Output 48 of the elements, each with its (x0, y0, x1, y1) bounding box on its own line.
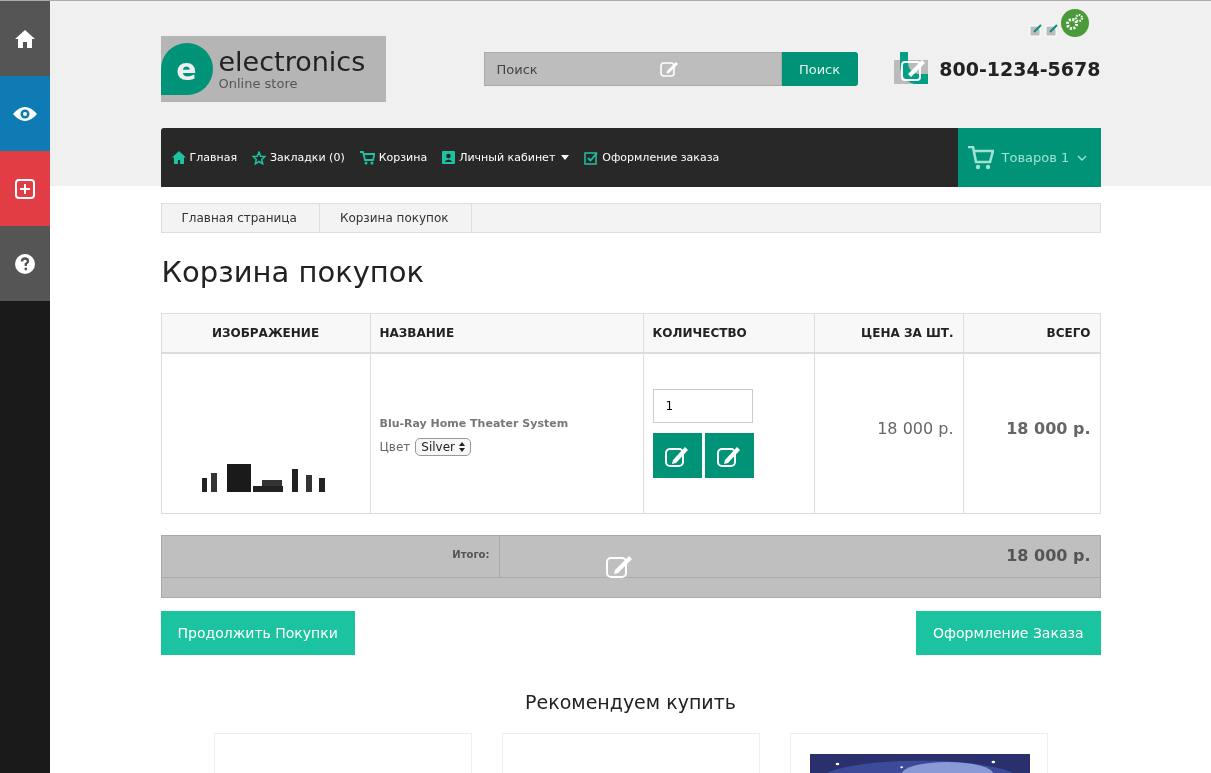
total-value: 18 000 р. (1006, 546, 1091, 565)
updown-icon (458, 442, 465, 452)
column-header: ИЗОБРАЖЕНИЕ (161, 313, 370, 353)
page-title: Корзина покупок (161, 255, 426, 289)
user-icon (442, 151, 456, 164)
column-header: ВСЕГО (963, 313, 1100, 353)
row-total: 18 000 р. (963, 353, 1100, 514)
option-label: Цвет (379, 440, 411, 454)
phone-number: 800-1234-5678 (939, 58, 1101, 80)
checkbox-icon (584, 150, 599, 165)
column-header: ЦЕНА ЗА ШТ. (814, 313, 963, 353)
add-icon (15, 178, 35, 199)
search-field[interactable]: Поиск (483, 52, 782, 86)
nav-link[interactable]: Главная (171, 151, 237, 164)
nav-link[interactable]: Личный кабинет (442, 151, 570, 164)
chevron-icon (1077, 154, 1088, 161)
star-icon (252, 150, 266, 165)
nav-link[interactable]: Закладки (0) (252, 150, 345, 165)
logo-mark: e (176, 51, 197, 87)
gears-icon[interactable] (1060, 9, 1089, 37)
remove-button[interactable] (704, 433, 754, 478)
product-name[interactable]: Blu-Ray Home Theater System (379, 417, 634, 430)
sidebar-button[interactable] (0, 1, 50, 76)
section-title: Рекомендуем купить (524, 691, 737, 713)
breadcrumb-link[interactable]: Главная страница (161, 204, 320, 232)
help-icon (15, 253, 35, 274)
logo-name: electronics (218, 47, 366, 76)
logo-tagline: Online store (218, 75, 299, 91)
sidebar-button[interactable] (0, 151, 50, 226)
sidebar-button[interactable] (0, 76, 50, 151)
sidebar-button[interactable] (0, 226, 50, 301)
total-label: Итого: (161, 536, 500, 577)
home-icon (171, 151, 186, 164)
breadcrumb-link[interactable]: Корзина покупок (319, 204, 472, 232)
cart-icon (967, 145, 994, 170)
eye-icon (12, 105, 38, 122)
home-icon (14, 28, 36, 49)
edit-icon[interactable] (1028, 23, 1043, 37)
quantity-field[interactable]: 1 (652, 389, 753, 423)
color-select[interactable]: Silver (415, 438, 471, 456)
cart-icon (359, 150, 375, 165)
edit-icon[interactable] (1044, 23, 1059, 37)
nav-link[interactable]: Оформление заказа (584, 150, 720, 165)
column-header: НАЗВАНИЕ (370, 313, 643, 353)
column-header: КОЛИЧЕСТВО (643, 313, 814, 353)
nav-link[interactable]: Корзина (359, 150, 428, 165)
unit-price: 18 000 р. (814, 353, 963, 514)
update-button[interactable] (652, 433, 702, 478)
